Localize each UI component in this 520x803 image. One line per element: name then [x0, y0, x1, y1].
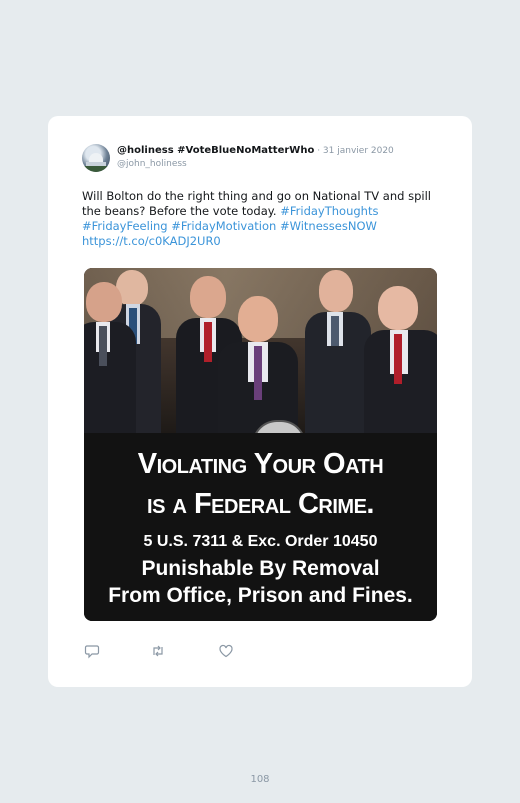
- tweet-body: Will Bolton do the right thing and go on…: [82, 189, 431, 218]
- tweet-header: @holiness #VoteBlueNoMatterWho · 31 janv…: [82, 143, 442, 173]
- retweet-icon[interactable]: [150, 643, 166, 659]
- tweet-link[interactable]: https://t.co/c0KADJ2UR0: [82, 234, 221, 248]
- page-number: 108: [250, 774, 270, 785]
- tweet-text: Will Bolton do the right thing and go on…: [82, 189, 442, 249]
- tweet-actions: [84, 643, 284, 661]
- slogan-line-2: is a Federal Crime.: [147, 488, 374, 520]
- hashtag-fridaythoughts[interactable]: #FridayThoughts: [280, 204, 378, 218]
- like-icon[interactable]: [218, 643, 234, 659]
- display-name[interactable]: @holiness #VoteBlueNoMatterWho: [117, 145, 314, 156]
- hashtag-witnessesnow[interactable]: #WitnessesNOW: [280, 219, 377, 233]
- author-handle[interactable]: @john_holiness: [117, 159, 187, 169]
- slogan-line-4: Punishable By Removal: [141, 557, 380, 580]
- image-slogan: Violating Your Oath is a Federal Crime. …: [84, 433, 437, 621]
- tweet-date[interactable]: 31 janvier 2020: [323, 146, 394, 156]
- tweet-image[interactable]: Violating Your Oath is a Federal Crime. …: [84, 268, 437, 621]
- senators-photo: [84, 268, 437, 452]
- hashtag-fridaymotivation[interactable]: #FridayMotivation: [171, 219, 276, 233]
- separator: ·: [314, 146, 323, 156]
- tweet-card: @holiness #VoteBlueNoMatterWho · 31 janv…: [48, 116, 472, 687]
- reply-icon[interactable]: [84, 643, 100, 659]
- hashtag-fridayfeeling[interactable]: #FridayFeeling: [82, 219, 168, 233]
- slogan-line-1: Violating Your Oath: [137, 448, 384, 480]
- author-line: @holiness #VoteBlueNoMatterWho · 31 janv…: [117, 145, 394, 156]
- slogan-line-3: 5 U.S. 7311 & Exc. Order 10450: [143, 533, 378, 550]
- avatar[interactable]: [82, 144, 110, 172]
- slogan-line-5: From Office, Prison and Fines.: [108, 584, 413, 607]
